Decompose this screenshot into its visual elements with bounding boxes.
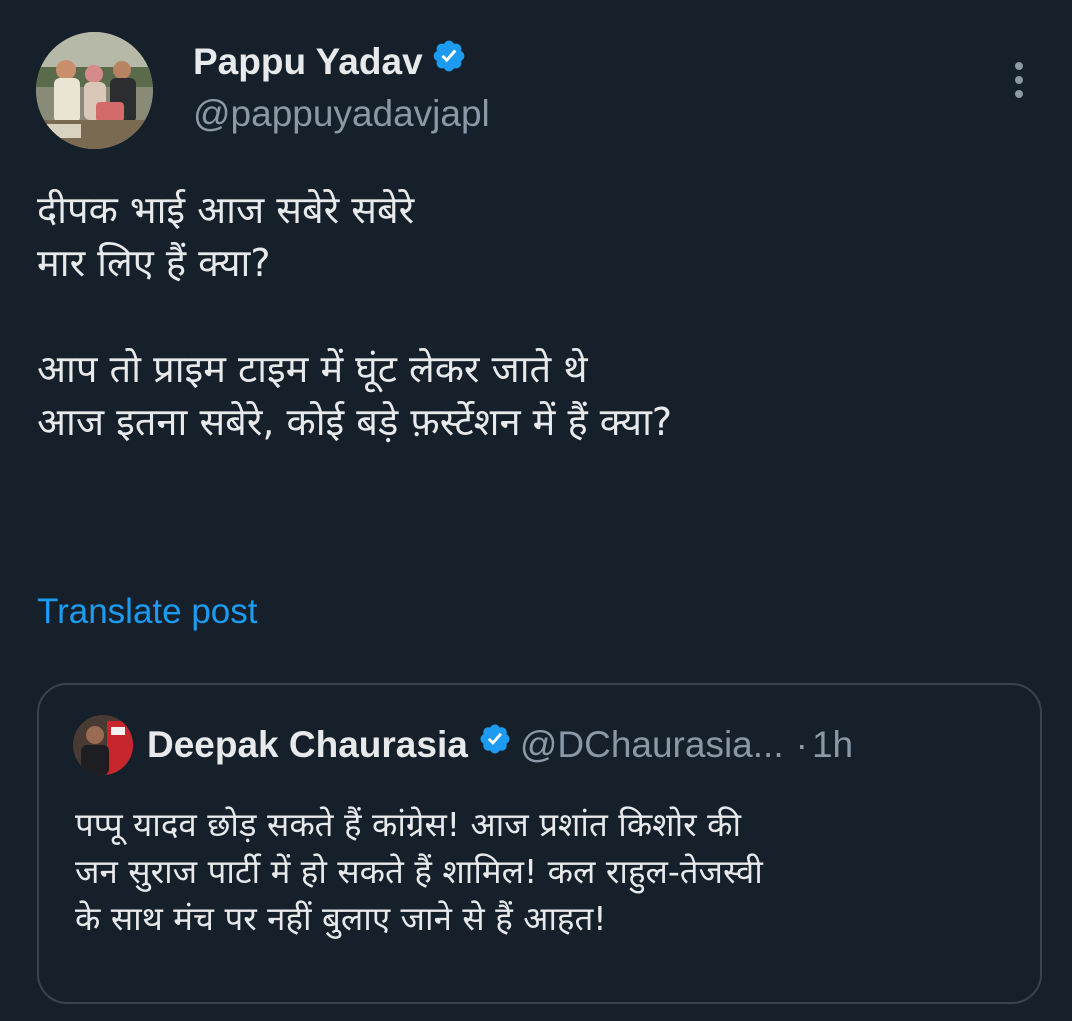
quoted-timestamp[interactable]: 1h — [812, 724, 853, 765]
verified-badge-icon — [478, 722, 512, 766]
quoted-author-handle[interactable]: @DChaurasia... — [520, 724, 784, 765]
more-vertical-icon[interactable] — [1004, 60, 1034, 100]
separator-dot: · — [795, 724, 808, 765]
author-name[interactable]: Pappu Yadav — [193, 41, 423, 82]
translate-post-link[interactable]: Translate post — [37, 590, 257, 634]
quoted-author-name[interactable]: Deepak Chaurasia — [147, 724, 468, 765]
quoted-post-text: पप्पू यादव छोड़ सकते हैं कांग्रेस! आज प्… — [75, 805, 763, 938]
quoted-post-card[interactable]: Deepak Chaurasia @DChaurasia... · 1h पप्पू … — [37, 683, 1042, 1004]
author-name-row[interactable]: Pappu Yadav — [193, 40, 467, 84]
quoted-author-avatar[interactable] — [73, 715, 133, 775]
author-avatar[interactable] — [36, 32, 153, 149]
quoted-header: Deepak Chaurasia @DChaurasia... · 1h — [147, 723, 853, 767]
post-text: दीपक भाई आज सबेरे सबेरे मार लिए हैं क्या… — [37, 188, 673, 444]
author-handle[interactable]: @pappuyadavjapl — [193, 92, 490, 136]
verified-badge-icon — [431, 38, 467, 84]
